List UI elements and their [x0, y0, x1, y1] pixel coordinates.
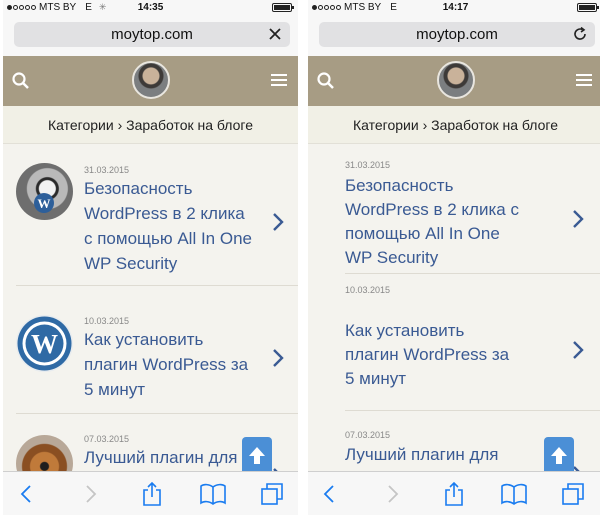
post-title-line: 5 минут [345, 369, 407, 388]
post-title-line: Лучший плагин для [345, 445, 499, 464]
post-title[interactable]: Лучший плагин для [84, 445, 238, 470]
svg-text:W: W [38, 196, 51, 211]
share-icon[interactable] [139, 481, 165, 507]
post-title-line: WP Security [345, 248, 439, 267]
post-title-line: Как установить [84, 330, 204, 349]
post-title[interactable]: Безопасность WordPress в 2 клика с помощ… [84, 176, 252, 276]
search-icon[interactable] [316, 71, 336, 91]
divider [345, 273, 600, 274]
divider [16, 285, 298, 286]
share-icon[interactable] [441, 481, 467, 507]
post-title-line: помощью All In One [345, 224, 500, 243]
address-bar: moytop.com [3, 16, 298, 56]
close-icon[interactable] [264, 23, 286, 45]
forward-chevron-icon[interactable] [380, 481, 406, 507]
url-text: moytop.com [111, 26, 193, 43]
svg-text:W: W [31, 329, 58, 359]
post-title-line: 5 минут [84, 380, 146, 399]
arrow-up-icon [551, 447, 567, 464]
url-field[interactable]: moytop.com [319, 22, 595, 47]
post-date: 31.03.2015 [345, 160, 391, 170]
status-bar: MTS BY E 14:17 [308, 0, 600, 16]
post-title-line: WP Security [84, 254, 178, 273]
post-thumbnail: W [16, 315, 73, 372]
status-bar: MTS BY E ✳ 14:35 [3, 0, 298, 16]
breadcrumb[interactable]: Категории › Заработок на блоге [3, 106, 298, 144]
chevron-right-icon[interactable] [271, 348, 285, 368]
chevron-right-icon[interactable] [271, 212, 285, 232]
post-title-line: Как установить [345, 321, 465, 340]
bookmarks-icon[interactable] [501, 481, 527, 507]
forward-chevron-icon[interactable] [78, 481, 104, 507]
post-title-line: Безопасность [84, 179, 193, 198]
hamburger-menu-icon[interactable] [575, 72, 593, 88]
tabs-icon[interactable] [259, 481, 285, 507]
status-time: 14:35 [137, 2, 164, 13]
bookmarks-icon[interactable] [200, 481, 226, 507]
browser-toolbar [3, 471, 298, 515]
post-thumbnail: W [16, 163, 73, 220]
url-field[interactable]: moytop.com [14, 22, 290, 47]
hamburger-menu-icon[interactable] [270, 72, 288, 88]
breadcrumb[interactable]: Категории › Заработок на блоге [308, 106, 600, 144]
post-title-line: WordPress в 2 клика с [345, 200, 519, 219]
post-date: 31.03.2015 [84, 165, 130, 175]
post-title-line: WordPress в 2 клика [84, 204, 245, 223]
chevron-right-icon[interactable] [571, 209, 585, 229]
browser-toolbar [308, 471, 600, 515]
post-title[interactable]: Безопасность WordPress в 2 клика с помощ… [345, 174, 519, 270]
back-chevron-icon[interactable] [13, 481, 39, 507]
post-title[interactable]: Лучший плагин для [345, 442, 499, 467]
post-date: 10.03.2015 [345, 285, 391, 295]
reload-icon[interactable] [569, 23, 591, 45]
avatar[interactable] [131, 61, 170, 99]
address-bar: moytop.com [308, 16, 600, 56]
back-chevron-icon[interactable] [316, 481, 342, 507]
site-header [3, 56, 298, 106]
divider [345, 410, 600, 411]
battery-icon [577, 3, 599, 12]
scroll-to-top-button[interactable] [544, 437, 574, 475]
screenshot-comparison: MTS BY E ✳ 14:35 moytop.com Категории › … [0, 0, 600, 515]
post-title-line: плагин WordPress за [84, 355, 249, 374]
search-icon[interactable] [11, 71, 31, 91]
status-time: 14:17 [442, 2, 469, 13]
divider [16, 413, 298, 414]
post-title-line: Безопасность [345, 176, 454, 195]
post-date: 07.03.2015 [84, 434, 130, 444]
site-header [308, 56, 600, 106]
scroll-to-top-button[interactable] [242, 437, 272, 475]
post-title-line: Лучший плагин для [84, 448, 238, 467]
phone-screen-left: MTS BY E ✳ 14:35 moytop.com Категории › … [3, 0, 298, 515]
post-title[interactable]: Как установить плагин WordPress за 5 мин… [345, 319, 509, 391]
post-title-line: с помощью All In One [84, 229, 252, 248]
post-title-line: плагин WordPress за [345, 345, 510, 364]
url-text: moytop.com [416, 26, 498, 43]
tabs-icon[interactable] [560, 481, 586, 507]
post-title[interactable]: Как установить плагин WordPress за 5 мин… [84, 327, 248, 402]
phone-screen-right: MTS BY E 14:17 moytop.com Категории › За… [308, 0, 600, 515]
chevron-right-icon[interactable] [571, 340, 585, 360]
arrow-up-icon [249, 447, 265, 464]
post-date: 10.03.2015 [84, 316, 130, 326]
avatar[interactable] [436, 61, 475, 99]
post-date: 07.03.2015 [345, 430, 391, 440]
battery-icon [272, 3, 294, 12]
